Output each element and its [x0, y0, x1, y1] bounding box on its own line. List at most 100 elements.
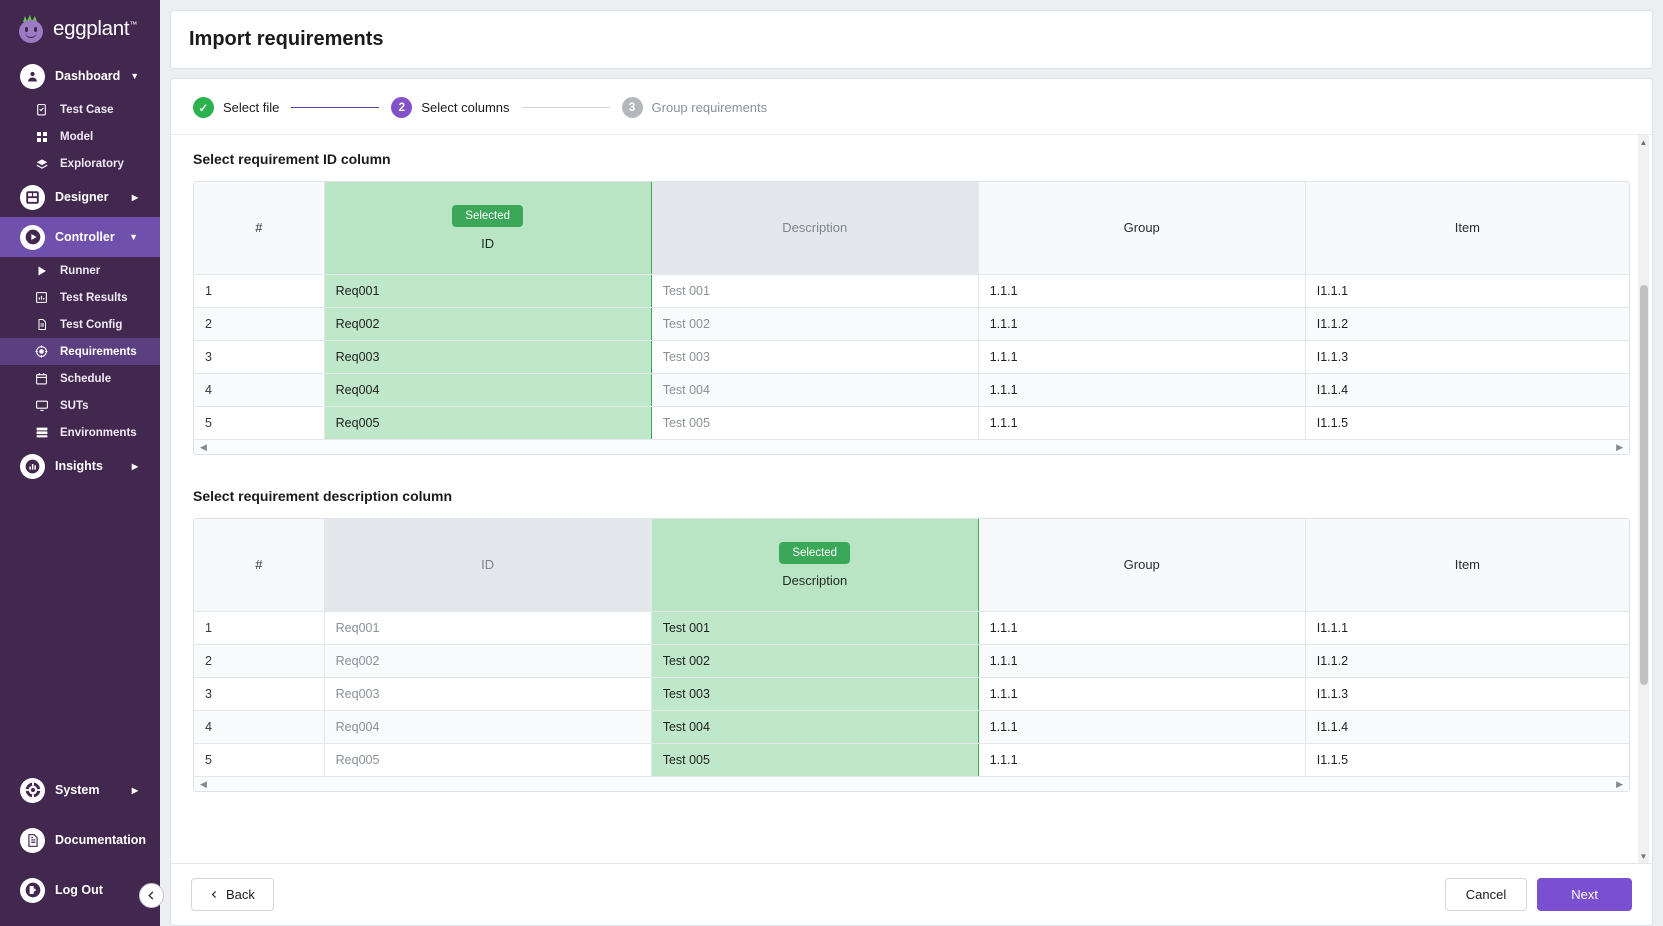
sidebar-item-requirements[interactable]: Requirements: [0, 338, 160, 365]
scroll-left-arrow-icon[interactable]: ◀: [200, 442, 207, 452]
footer-actions: Cancel Next: [1444, 878, 1632, 911]
horizontal-scrollbar[interactable]: ◀ ▶: [194, 776, 1629, 791]
cell-group: 1.1.1: [978, 340, 1306, 374]
page-title: Import requirements: [189, 28, 384, 50]
column-header-description-selected[interactable]: Selected Description: [650, 519, 979, 612]
next-button[interactable]: Next: [1537, 878, 1632, 911]
wizard-stepper: ✓ Select file 2 Select columns 3 Group r…: [171, 79, 1652, 135]
sidebar-item-label: Schedule: [60, 372, 112, 385]
sidebar-item-label: Exploratory: [60, 157, 124, 170]
chevron-left-icon: [148, 891, 154, 900]
exploratory-icon: [34, 157, 49, 171]
controller-play-icon: [20, 224, 45, 250]
column-header-id-selected[interactable]: Selected ID: [323, 182, 652, 275]
cell-group: 1.1.1: [978, 307, 1306, 341]
sidebar-group-designer[interactable]: Designer ▶: [0, 177, 160, 217]
cell-id: Req004: [324, 710, 652, 744]
sidebar-collapse-button[interactable]: [139, 883, 164, 908]
column-header-hash[interactable]: #: [194, 519, 325, 612]
sidebar-group-dashboard[interactable]: Dashboard ▼: [0, 56, 160, 96]
selected-badge: Selected: [779, 541, 851, 564]
cell-group: 1.1.1: [978, 743, 1306, 776]
column-header-item[interactable]: Item: [1305, 182, 1629, 275]
sidebar-item-test-config[interactable]: Test Config: [0, 311, 160, 338]
table-row: 4 Req004 Test 004 1.1.1 I1.1.4: [194, 373, 1629, 407]
column-header-label: Description: [782, 572, 848, 588]
sidebar-item-exploratory[interactable]: Exploratory: [0, 150, 160, 177]
column-header-label: #: [255, 220, 263, 236]
sidebar-item-model[interactable]: Model: [0, 123, 160, 150]
table-row: 4 Req004 Test 004 1.1.1 I1.1.4: [194, 710, 1629, 744]
cell-group: 1.1.1: [978, 406, 1306, 439]
step-group-requirements[interactable]: 3 Group requirements: [621, 97, 768, 118]
cell-item: I1.1.3: [1305, 677, 1629, 711]
column-header-label: Group: [1123, 220, 1160, 236]
sidebar-item-suts[interactable]: SUTs: [0, 392, 160, 419]
back-button[interactable]: Back: [191, 878, 274, 911]
scroll-down-arrow-icon[interactable]: ▼: [1638, 849, 1649, 863]
sidebar-item-runner[interactable]: Runner: [0, 257, 160, 284]
documentation-icon: [20, 827, 45, 853]
id-column-table: # Selected ID Description Group Item 1 R…: [194, 182, 1629, 439]
sidebar-item-logout[interactable]: Log Out: [0, 870, 160, 910]
sidebar-item-test-results[interactable]: Test Results: [0, 284, 160, 311]
test-results-chart-icon: [34, 291, 49, 304]
sidebar-item-system[interactable]: System ▶: [0, 770, 160, 810]
column-header-label: Item: [1454, 220, 1481, 236]
column-header-hash[interactable]: #: [194, 182, 325, 275]
eggplant-logo-icon: [16, 14, 46, 44]
brand[interactable]: eggplant™: [0, 0, 160, 56]
model-grid-icon: [34, 131, 49, 143]
test-config-doc-icon: [34, 318, 49, 331]
chevron-down-icon[interactable]: ▼: [129, 232, 138, 242]
cell-description: Test 005: [651, 406, 979, 439]
requirements-target-icon: [34, 345, 49, 358]
chevron-right-icon[interactable]: ▶: [132, 786, 138, 795]
cell-description: Test 004: [650, 710, 979, 744]
scroll-up-arrow-icon[interactable]: ▲: [1638, 135, 1649, 149]
cancel-button[interactable]: Cancel: [1444, 878, 1528, 911]
cell-description: Test 002: [651, 307, 979, 341]
sidebar-group-insights[interactable]: Insights ▶: [0, 446, 160, 486]
chevron-right-icon[interactable]: ▶: [132, 193, 138, 202]
column-header-group[interactable]: Group: [978, 519, 1306, 612]
description-column-table: # ID Selected Description Group Item 1 R…: [194, 519, 1629, 776]
sidebar-item-label: Documentation: [55, 833, 146, 847]
step-select-columns[interactable]: 2 Select columns: [391, 97, 510, 118]
brand-name: eggplant™: [53, 17, 137, 41]
cell-id: Req004: [323, 373, 652, 407]
table-row: 3 Req003 Test 003 1.1.1 I1.1.3: [194, 677, 1629, 711]
column-header-description[interactable]: Description: [651, 182, 979, 275]
step-select-file[interactable]: ✓ Select file: [193, 97, 279, 118]
cell-id: Req001: [323, 274, 652, 308]
insights-chart-icon: [20, 453, 45, 479]
sidebar-item-test-case[interactable]: Test Case: [0, 96, 160, 123]
cell-item: I1.1.5: [1305, 743, 1629, 776]
table-row: 1 Req001 Test 001 1.1.1 I1.1.1: [194, 274, 1629, 308]
step-label: Group requirements: [651, 100, 768, 115]
sidebar-item-schedule[interactable]: Schedule: [0, 365, 160, 392]
table-row: 2 Req002 Test 002 1.1.1 I1.1.2: [194, 307, 1629, 341]
wizard-footer: Back Cancel Next: [171, 863, 1652, 925]
chevron-right-icon[interactable]: ▶: [132, 462, 138, 471]
table-header-row: # Selected ID Description Group Item: [194, 182, 1629, 275]
sidebar-group-controller[interactable]: Controller ▼: [0, 217, 160, 257]
column-header-id[interactable]: ID: [324, 519, 652, 612]
column-header-label: Group: [1123, 557, 1160, 573]
vertical-scroll-thumb[interactable]: [1639, 285, 1648, 685]
scroll-right-arrow-icon[interactable]: ▶: [1616, 779, 1623, 789]
scroll-left-arrow-icon[interactable]: ◀: [200, 779, 207, 789]
chevron-down-icon[interactable]: ▼: [130, 71, 139, 81]
sidebar-item-documentation[interactable]: Documentation: [0, 820, 160, 860]
brand-tm: ™: [129, 20, 137, 30]
column-header-label: ID: [481, 235, 495, 251]
sidebar-item-environments[interactable]: Environments: [0, 419, 160, 446]
column-header-item[interactable]: Item: [1305, 519, 1629, 612]
column-header-group[interactable]: Group: [978, 182, 1306, 275]
horizontal-scrollbar[interactable]: ◀ ▶: [194, 439, 1629, 454]
vertical-scrollbar[interactable]: ▲ ▼: [1638, 135, 1649, 863]
cell-item: I1.1.1: [1305, 274, 1629, 308]
cell-group: 1.1.1: [978, 373, 1306, 407]
cell-hash: 3: [194, 340, 325, 374]
scroll-right-arrow-icon[interactable]: ▶: [1616, 442, 1623, 452]
